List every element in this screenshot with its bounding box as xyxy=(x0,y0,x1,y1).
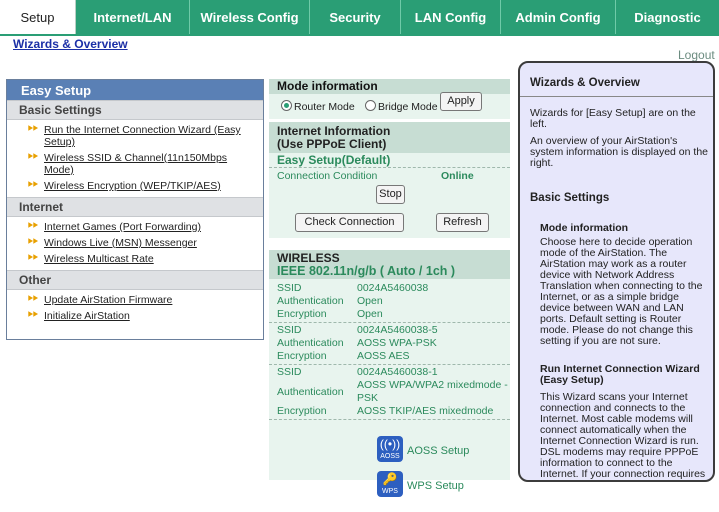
easy-setup-panel: Easy Setup Basic Settings ⯈⯈ Run the Inte… xyxy=(6,79,264,340)
arrow-icon: ⯈⯈ xyxy=(26,310,39,321)
wireless-encryption-link[interactable]: Wireless Encryption (WEP/TKIP/AES) xyxy=(44,180,221,192)
router-mode-option[interactable]: Router Mode xyxy=(281,100,355,113)
update-firmware-link[interactable]: Update AirStation Firmware xyxy=(44,294,172,306)
tab-diagnostic[interactable]: Diagnostic xyxy=(616,0,719,34)
bridge-mode-option[interactable]: Bridge Mode xyxy=(365,100,438,113)
multicast-rate-link[interactable]: Wireless Multicast Rate xyxy=(44,253,154,265)
section-internet: Internet xyxy=(7,197,263,217)
help-wizard-title: Run Internet Connection Wizard (Easy Set… xyxy=(540,363,700,386)
tab-admin-config[interactable]: Admin Config xyxy=(501,0,616,34)
help-mode-title: Mode information xyxy=(540,222,629,234)
internet-info-panel: Internet Information (Use PPPoE Client) … xyxy=(269,122,510,238)
bridge-mode-radio[interactable] xyxy=(365,100,376,111)
list-item: ⯈⯈ Wireless Encryption (WEP/TKIP/AES) xyxy=(7,180,263,192)
tab-setup[interactable]: Setup xyxy=(0,0,76,34)
encryption-value: AOSS TKIP/AES mixedmode xyxy=(357,405,494,417)
aoss-setup-link[interactable]: AOSS Setup xyxy=(407,445,469,457)
initialize-airstation-link[interactable]: Initialize AirStation xyxy=(44,310,130,322)
wireless-entry: SSID 0024A5460038-5 Authentication AOSS WP… xyxy=(269,324,510,365)
help-intro-1: Wizards for [Easy Setup] are on the left… xyxy=(530,107,696,130)
encryption-label: Encryption xyxy=(277,405,327,417)
ssid-label: SSID xyxy=(277,324,302,336)
wireless-header: WIRELESS IEEE 802.11n/g/b ( Auto / 1ch ) xyxy=(269,250,510,279)
router-mode-label: Router Mode xyxy=(294,101,355,113)
encryption-label: Encryption xyxy=(277,350,327,362)
arrow-icon: ⯈⯈ xyxy=(26,294,39,305)
help-panel: Wizards & Overview Wizards for [Easy Set… xyxy=(518,61,715,482)
list-item: ⯈⯈ Run the Internet Connection Wizard (Ea… xyxy=(7,124,263,148)
wireless-standard: IEEE 802.11n/g/b ( Auto / 1ch ) xyxy=(277,264,456,278)
aoss-icon-text: AOSS xyxy=(380,453,400,460)
logout-link[interactable]: Logout xyxy=(678,48,715,62)
help-wizard-text: This Wizard scans your Internet connecti… xyxy=(540,391,706,481)
list-item: ⯈⯈ Update AirStation Firmware xyxy=(7,294,263,306)
encryption-value: Open xyxy=(357,308,383,320)
connection-condition-label: Connection Condition xyxy=(277,170,378,182)
list-item: ⯈⯈ Internet Games (Port Forwarding) xyxy=(7,221,263,233)
list-item: ⯈⯈ Initialize AirStation xyxy=(7,310,263,322)
ssid-value: 0024A5460038-1 xyxy=(357,366,438,378)
easy-setup-title: Easy Setup xyxy=(7,80,263,100)
help-title: Wizards & Overview xyxy=(530,77,640,89)
arrow-icon: ⯈⯈ xyxy=(26,152,39,163)
encryption-value: AOSS AES xyxy=(357,350,410,362)
wps-icon-text: WPS xyxy=(382,488,398,495)
mode-info-panel: Mode information Router Mode Bridge Mode… xyxy=(269,79,510,119)
arrow-icon: ⯈⯈ xyxy=(26,124,39,135)
mode-info-body: Router Mode Bridge Mode Apply xyxy=(269,92,510,119)
help-intro-2: An overview of your AirStation's system … xyxy=(530,135,709,169)
bridge-mode-label: Bridge Mode xyxy=(378,101,438,113)
wireless-entry: SSID 0024A5460038 Authentication Open Encr… xyxy=(269,282,510,323)
auth-value: AOSS WPA-PSK xyxy=(357,337,437,349)
check-connection-button[interactable]: Check Connection xyxy=(295,213,404,232)
apply-button[interactable]: Apply xyxy=(440,92,482,111)
tab-internet-lan[interactable]: Internet/LAN xyxy=(76,0,190,34)
tab-lan-config[interactable]: LAN Config xyxy=(401,0,501,34)
wireless-ssid-channel-link[interactable]: Wireless SSID & Channel(11n150Mbps Mode) xyxy=(44,152,227,176)
internet-info-header: Internet Information (Use PPPoE Client) xyxy=(269,122,510,153)
help-divider xyxy=(520,96,713,97)
wizards-overview-link[interactable]: Wizards & Overview xyxy=(13,37,128,51)
wps-setup-link[interactable]: WPS Setup xyxy=(407,480,464,492)
encryption-label: Encryption xyxy=(277,308,327,320)
ssid-value: 0024A5460038-5 xyxy=(357,324,438,336)
ssid-value: 0024A5460038 xyxy=(357,282,429,294)
tab-security[interactable]: Security xyxy=(310,0,401,34)
easy-setup-default-label: Easy Setup(Default) xyxy=(269,153,510,168)
auth-value: AOSS WPA/WPA2 mixedmode - PSK xyxy=(357,379,508,404)
list-item: ⯈⯈ Wireless SSID & Channel(11n150Mbps Mod… xyxy=(7,152,263,176)
connection-status-value: Online xyxy=(441,170,474,182)
stop-button[interactable]: Stop xyxy=(376,185,405,204)
router-mode-radio[interactable] xyxy=(281,100,292,111)
port-forwarding-link[interactable]: Internet Games (Port Forwarding) xyxy=(44,221,201,233)
tab-wireless-config[interactable]: Wireless Config xyxy=(190,0,310,34)
help-basic-settings-title: Basic Settings xyxy=(530,192,610,204)
arrow-icon: ⯈⯈ xyxy=(26,221,39,232)
msn-messenger-link[interactable]: Windows Live (MSN) Messenger xyxy=(44,237,197,249)
wps-icon[interactable]: 🔑 WPS xyxy=(377,471,403,497)
auth-label: Authentication xyxy=(277,295,344,307)
list-item: ⯈⯈ Wireless Multicast Rate xyxy=(7,253,263,265)
arrow-icon: ⯈⯈ xyxy=(26,180,39,191)
tab-underline xyxy=(0,34,719,36)
ssid-label: SSID xyxy=(277,282,302,294)
list-item: ⯈⯈ Windows Live (MSN) Messenger xyxy=(7,237,263,249)
internet-info-subtitle: (Use PPPoE Client) xyxy=(277,137,387,151)
ssid-label: SSID xyxy=(277,366,302,378)
main-tab-bar: Setup Internet/LAN Wireless Config Secur… xyxy=(0,0,719,34)
auth-label: Authentication xyxy=(277,337,344,349)
wireless-panel: WIRELESS IEEE 802.11n/g/b ( Auto / 1ch )… xyxy=(269,250,510,497)
auth-value: Open xyxy=(357,295,383,307)
aoss-icon[interactable]: ((•)) AOSS xyxy=(377,436,403,462)
wireless-entry: SSID 0024A5460038-1 Authentication AOSS WP… xyxy=(269,366,510,420)
run-wizard-link[interactable]: Run the Internet Connection Wizard (Easy… xyxy=(44,124,241,148)
auth-label: Authentication xyxy=(277,385,344,398)
section-other: Other xyxy=(7,270,263,290)
refresh-button[interactable]: Refresh xyxy=(436,213,489,232)
arrow-icon: ⯈⯈ xyxy=(26,237,39,248)
arrow-icon: ⯈⯈ xyxy=(26,253,39,264)
help-mode-text: Choose here to decide operation mode of … xyxy=(540,236,703,347)
section-basic-settings: Basic Settings xyxy=(7,100,263,120)
